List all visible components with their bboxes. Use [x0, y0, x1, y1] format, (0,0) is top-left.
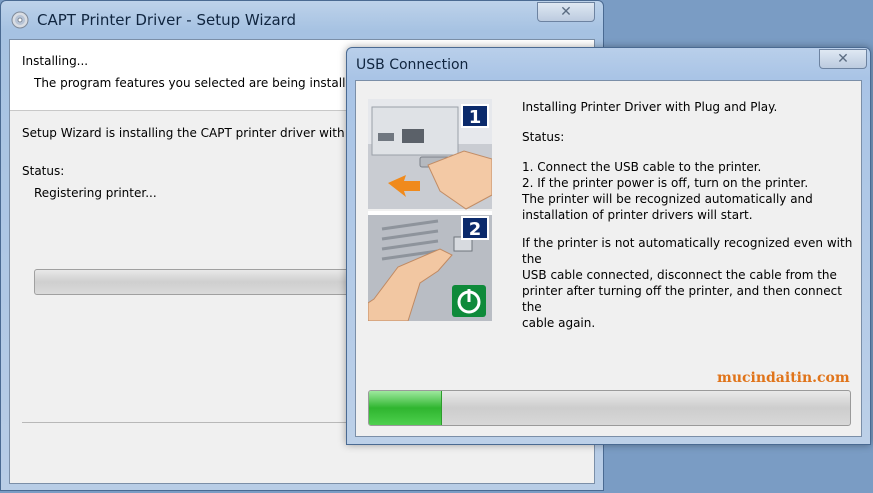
illustration-step-2-label: 2: [469, 219, 482, 240]
watermark-text: mucindaitin.com: [717, 370, 850, 386]
usb-note-line-1: If the printer is not automatically reco…: [522, 236, 853, 266]
usb-connection-dialog: USB Connection ✕ 1 2 Installing Printer …: [346, 47, 871, 445]
wizard-header-subtitle: The program features you selected are be…: [34, 76, 365, 90]
usb-dialog-title: USB Connection: [356, 57, 469, 73]
wizard-header-title: Installing...: [22, 54, 89, 68]
wizard-close-button[interactable]: ✕: [537, 2, 595, 22]
usb-step-1: 1. Connect the USB cable to the printer.: [522, 160, 762, 174]
usb-recognized-line-2: installation of printer drivers will sta…: [522, 208, 753, 222]
usb-connection-illustration: 1 2: [368, 99, 492, 321]
usb-note-line-3: printer after turning off the printer, a…: [522, 284, 842, 314]
usb-dialog-client-area: 1 2 Installing Printer Driver with Plug …: [355, 80, 862, 437]
cd-installer-icon: [11, 11, 29, 29]
usb-progress-fill: [369, 391, 443, 425]
usb-step-2: 2. If the printer power is off, turn on …: [522, 176, 809, 190]
illustration-step-1-label: 1: [469, 107, 482, 128]
usb-note-line-2: USB cable connected, disconnect the cabl…: [522, 268, 837, 282]
usb-recognized-line-1: The printer will be recognized automatic…: [522, 192, 813, 206]
usb-note-line-4: cable again.: [522, 316, 596, 330]
wizard-titlebar: CAPT Printer Driver - Setup Wizard: [11, 7, 296, 33]
usb-status-label: Status:: [522, 130, 565, 144]
usb-dialog-close-button[interactable]: ✕: [819, 49, 867, 69]
wizard-status-label: Status:: [22, 164, 65, 178]
wizard-status-value: Registering printer...: [34, 186, 157, 200]
usb-progress-bar: [368, 390, 851, 426]
wizard-description: Setup Wizard is installing the CAPT prin…: [22, 126, 367, 140]
usb-intro-text: Installing Printer Driver with Plug and …: [522, 100, 778, 114]
usb-instructions: Installing Printer Driver with Plug and …: [522, 99, 860, 331]
wizard-title: CAPT Printer Driver - Setup Wizard: [37, 11, 297, 29]
